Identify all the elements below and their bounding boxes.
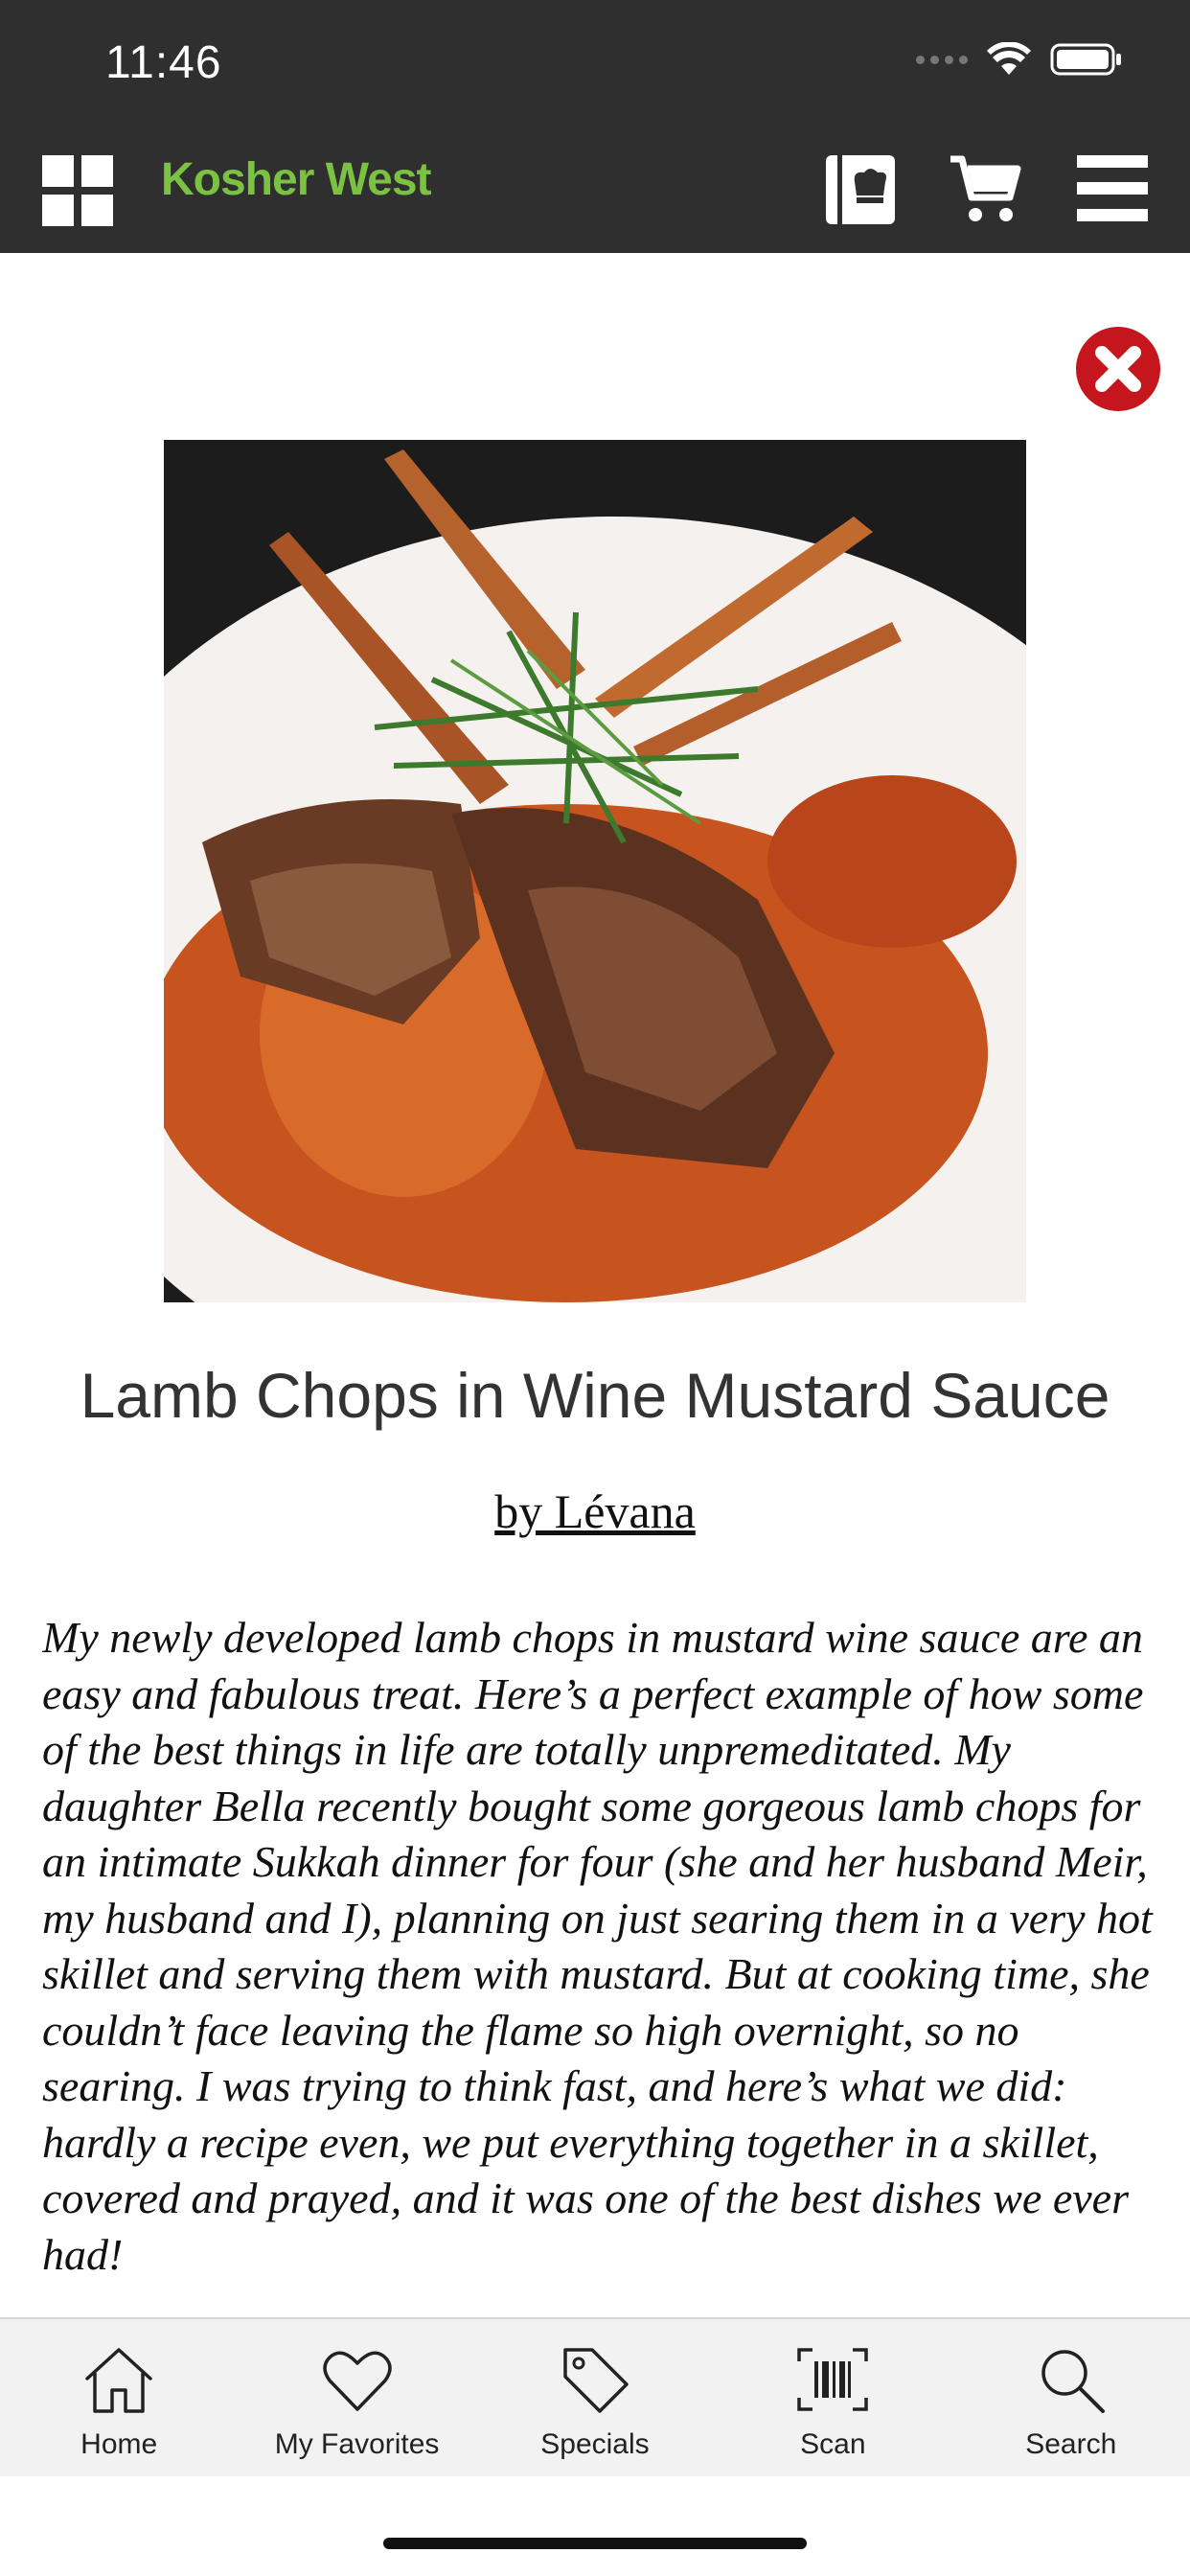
tab-label: Specials	[540, 2428, 650, 2460]
status-indicators	[916, 42, 1123, 77]
recipe-title: Lamb Chops in Wine Mustard Sauce	[80, 1360, 1110, 1431]
tab-label: Home	[80, 2428, 158, 2460]
home-indicator[interactable]	[383, 2538, 807, 2549]
tab-scan[interactable]: Scan	[714, 2319, 951, 2478]
close-icon[interactable]	[1075, 326, 1161, 412]
home-icon	[85, 2348, 152, 2413]
bottom-tab-bar: Home My Favorites Specials Scan Search	[0, 2317, 1190, 2476]
recipe-description: My newly developed lamb chops in mustard…	[42, 1613, 1153, 2279]
shopping-cart-icon[interactable]	[949, 153, 1021, 226]
tab-label: Scan	[800, 2428, 866, 2460]
status-time: 11:46	[105, 37, 222, 88]
heart-icon	[322, 2351, 392, 2411]
tab-label: Search	[1025, 2428, 1117, 2460]
battery-icon	[1050, 43, 1121, 76]
apps-grid-icon[interactable]	[42, 155, 113, 226]
hamburger-menu-icon[interactable]	[1077, 155, 1148, 222]
barcode-icon	[797, 2348, 869, 2411]
search-icon	[1041, 2350, 1105, 2413]
app-header: 11:46 Kosher West	[0, 0, 1190, 253]
kosher-west-logo[interactable]: Kosher West	[161, 153, 432, 206]
recipe-author-link[interactable]: by Lévana	[0, 1484, 1190, 1539]
wifi-icon	[987, 42, 1031, 75]
tab-my-favorites[interactable]: My Favorites	[238, 2319, 475, 2478]
recipe-book-icon[interactable]	[824, 153, 897, 226]
tab-home[interactable]: Home	[0, 2319, 238, 2478]
tab-label: My Favorites	[274, 2428, 440, 2460]
recipe-photo	[164, 440, 1026, 1302]
tag-icon	[563, 2348, 629, 2413]
tab-specials[interactable]: Specials	[476, 2319, 714, 2478]
cellular-signal-icon	[916, 55, 968, 64]
tab-search[interactable]: Search	[952, 2319, 1190, 2478]
